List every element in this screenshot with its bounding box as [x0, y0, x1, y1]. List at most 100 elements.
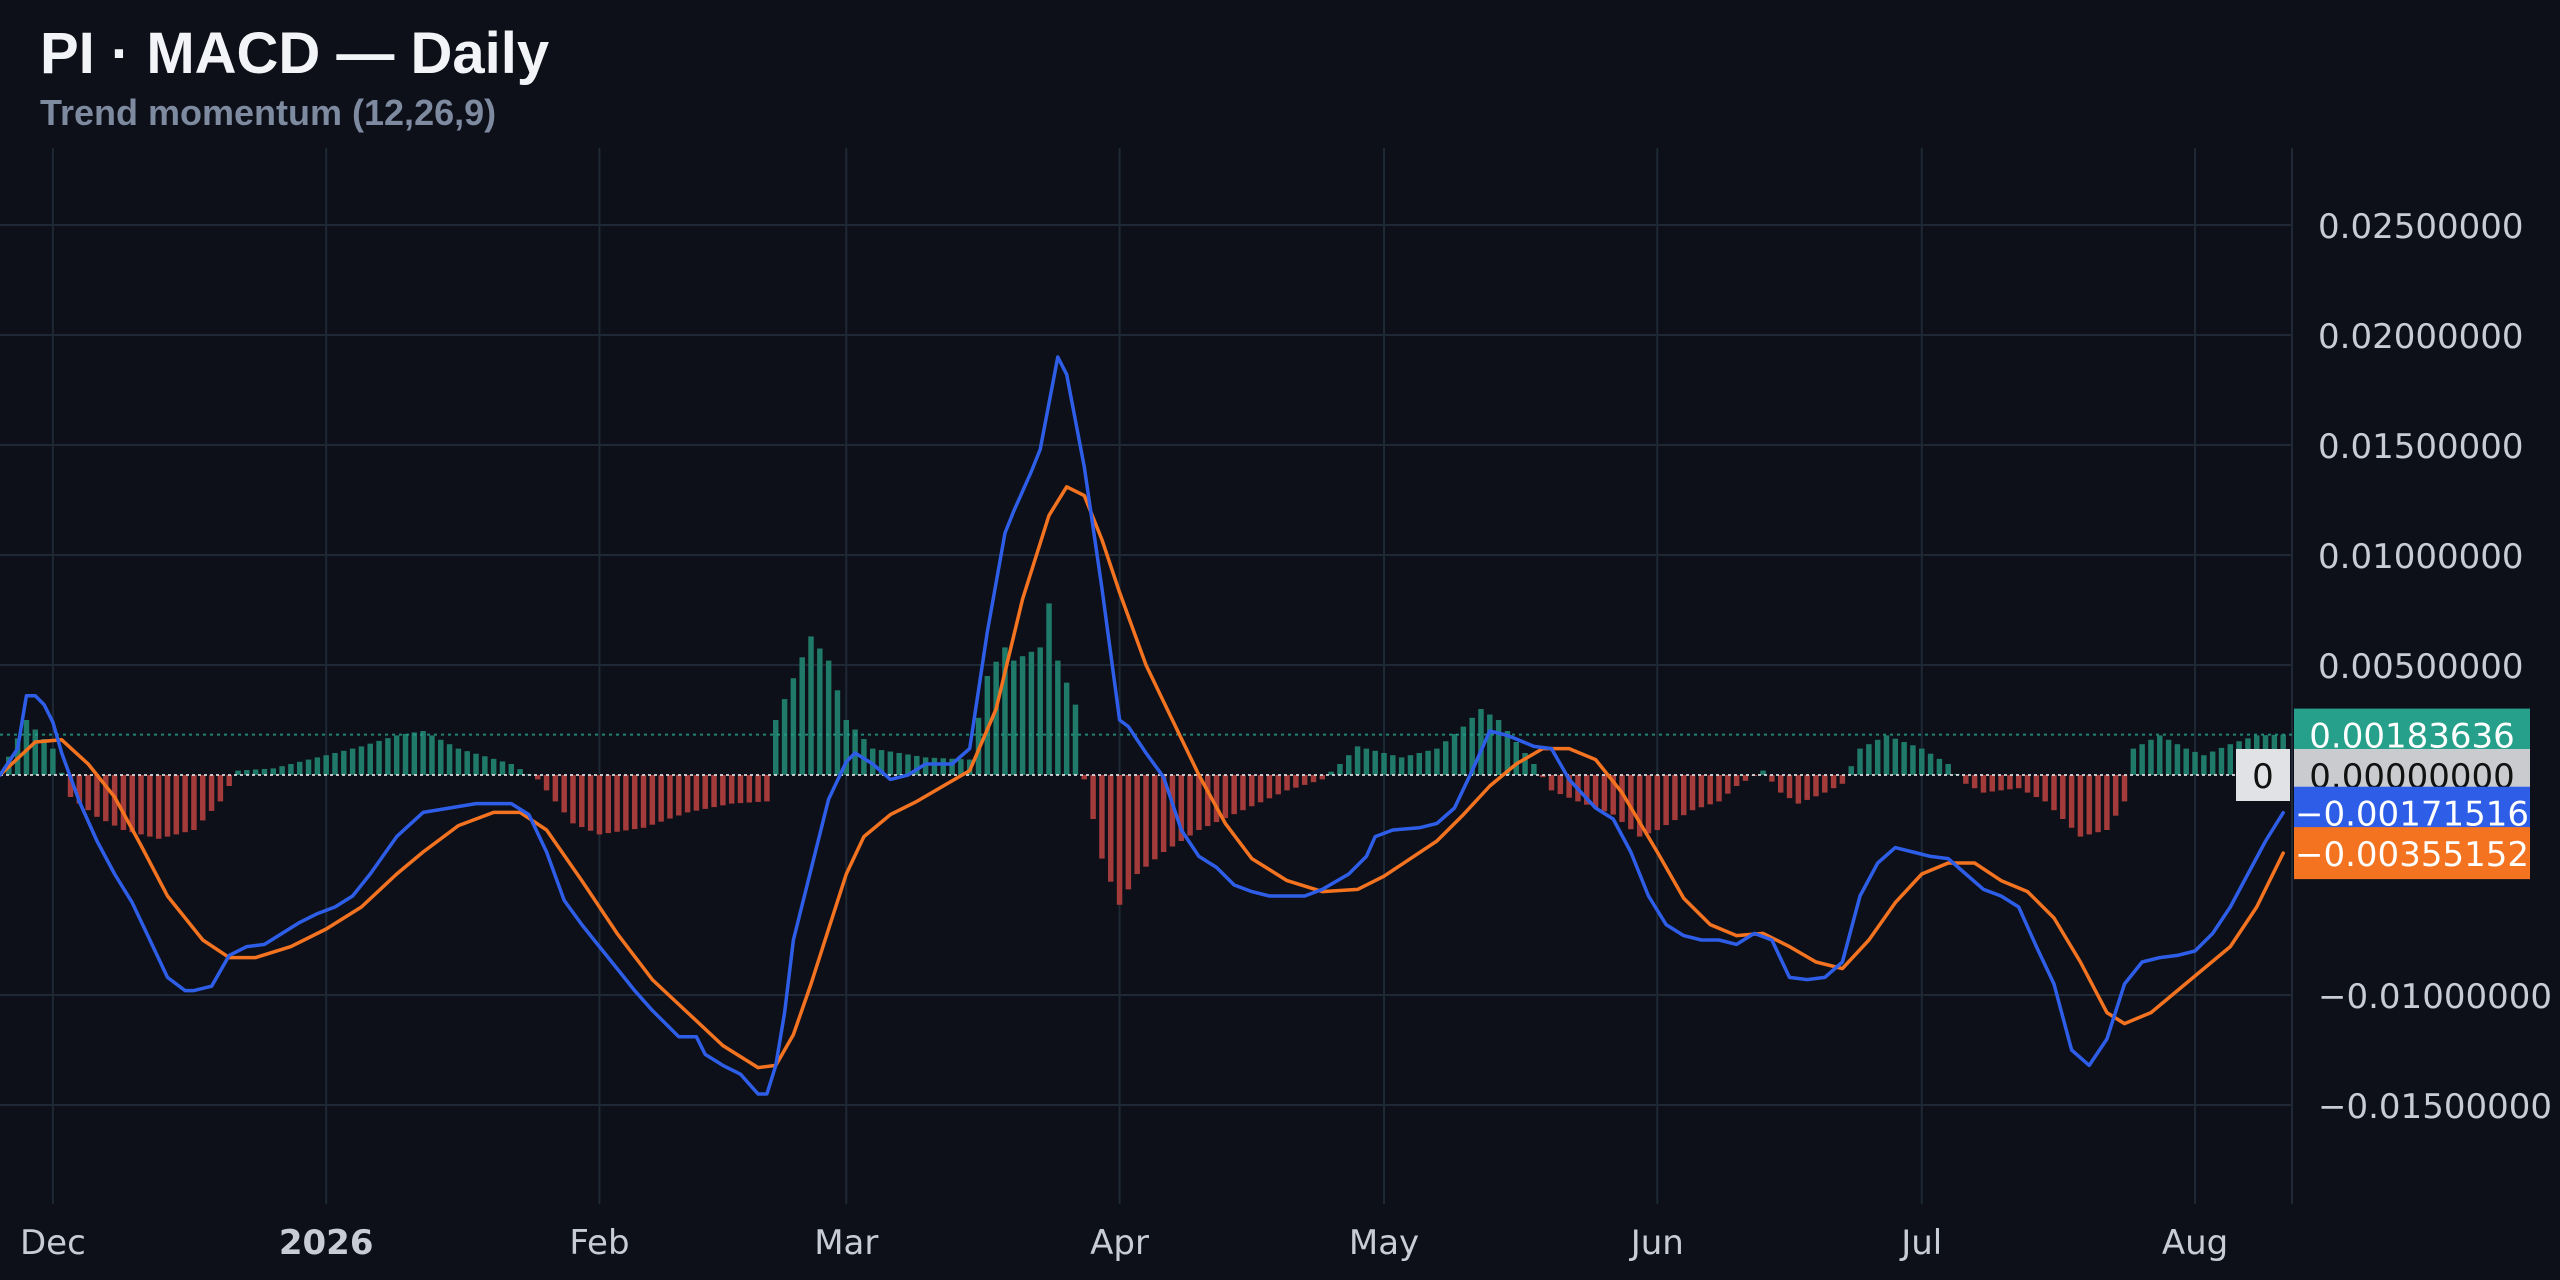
histogram-bar	[623, 775, 629, 831]
histogram-bar	[1531, 764, 1537, 775]
histogram-bar	[693, 775, 700, 811]
histogram-bar	[32, 729, 38, 775]
histogram-bar	[1927, 753, 1934, 775]
histogram-bar	[2192, 751, 2198, 775]
histogram-bar	[1152, 775, 1158, 860]
histogram-bar	[2174, 744, 2181, 775]
histogram-bar	[711, 775, 717, 808]
histogram-bar	[85, 775, 91, 811]
histogram-bar	[1240, 775, 1246, 811]
histogram-bar	[1557, 775, 1564, 795]
histogram-bar	[579, 775, 585, 828]
histogram-bar	[799, 657, 805, 775]
histogram-bar	[1134, 775, 1140, 874]
histogram-bar	[1028, 651, 1035, 775]
y-tick-label: 0.02500000	[2318, 207, 2524, 247]
histogram-bar	[1866, 744, 1872, 775]
histogram-bar	[631, 775, 638, 830]
histogram-bar	[314, 757, 321, 775]
histogram-bar	[931, 757, 938, 775]
histogram-bar	[543, 775, 550, 791]
histogram-bar	[1822, 775, 1828, 793]
histogram-bar	[1478, 709, 1484, 775]
histogram-bar	[1804, 775, 1810, 800]
histogram-bar	[896, 753, 902, 775]
histogram-bar	[1725, 775, 1731, 794]
histogram-bar	[2218, 747, 2225, 775]
histogram-bar	[1346, 755, 1352, 775]
histogram-bar	[2209, 751, 2216, 775]
y-tick-label: 0.01000000	[2318, 537, 2524, 577]
x-tick-label: Mar	[814, 1223, 878, 1263]
histogram-bar	[790, 678, 797, 775]
histogram-bar	[2095, 775, 2101, 833]
histogram-bar	[1963, 775, 1969, 784]
y-tick-label: −0.01000000	[2318, 977, 2552, 1017]
histogram-bar	[402, 733, 409, 775]
histogram-bar	[1442, 741, 1449, 775]
histogram-bar	[2007, 775, 2013, 790]
y-tick-label: 0.00500000	[2318, 647, 2524, 687]
histogram-bar	[1072, 704, 1079, 775]
histogram-bar	[2139, 744, 2145, 775]
histogram-bar	[296, 761, 303, 775]
histogram-bar	[684, 775, 691, 813]
histogram-bar	[2112, 775, 2119, 816]
histogram-bar	[1434, 748, 1440, 775]
histogram-bar	[825, 660, 832, 775]
histogram-bar	[1125, 775, 1132, 890]
histogram-bar	[596, 775, 603, 835]
histogram-bar	[1645, 775, 1652, 834]
histogram-bar	[1689, 775, 1696, 811]
histogram-bar	[1213, 775, 1220, 823]
histogram-bar	[1310, 775, 1317, 783]
histogram-bar	[1936, 758, 1943, 775]
histogram-bar	[420, 731, 426, 775]
grid	[0, 148, 2293, 1204]
histogram-bar	[305, 759, 312, 775]
histogram-bar	[1945, 764, 1951, 775]
histogram-bar	[482, 756, 488, 775]
histogram-bar	[155, 775, 162, 839]
y-tick-label: 0.02000000	[2318, 317, 2524, 357]
histogram-bar	[288, 764, 294, 775]
histogram-bar	[676, 775, 682, 816]
histogram-bar	[1063, 682, 1070, 775]
histogram-bar	[605, 775, 611, 834]
histogram-bar	[120, 775, 127, 830]
histogram-bar	[464, 751, 470, 775]
histogram-bar	[1654, 775, 1661, 830]
histogram-bar	[2068, 775, 2075, 828]
histogram-bar	[2033, 775, 2040, 797]
histogram-bar	[1795, 775, 1802, 804]
histogram-bar	[429, 735, 435, 775]
histogram-bar	[446, 744, 453, 775]
histogram-bar	[1839, 775, 1846, 784]
histogram-bar	[455, 748, 462, 775]
x-tick-label: Jul	[1899, 1223, 1942, 1263]
histogram-bar	[279, 766, 285, 775]
histogram-bar	[1231, 775, 1237, 815]
histogram-bar	[1487, 714, 1493, 775]
histogram-bar	[1381, 753, 1387, 775]
histogram-bar	[1354, 746, 1361, 775]
x-tick-label: Apr	[1090, 1223, 1149, 1263]
x-tick-label: 2026	[279, 1223, 374, 1263]
histogram-bar	[2165, 739, 2172, 775]
histogram-bar	[614, 775, 620, 832]
x-tick-label: Aug	[2162, 1223, 2228, 1263]
histogram-bar	[1425, 750, 1431, 775]
histogram-bar	[164, 775, 171, 837]
histogram-bar	[1196, 775, 1202, 830]
histogram-bar	[817, 648, 823, 775]
histogram-bar	[2148, 739, 2154, 775]
histogram-bar	[41, 739, 47, 775]
histogram-bar	[1099, 775, 1105, 859]
histogram-bar	[2227, 744, 2234, 775]
x-axis: Dec 2026 Feb Mar Apr May Jun Jul Aug	[20, 1223, 2228, 1263]
y-tick-label: −0.01500000	[2318, 1087, 2552, 1127]
histogram-bar	[1548, 775, 1555, 791]
histogram-bar	[2121, 775, 2128, 802]
macd-chart[interactable]: 0.02500000 0.02000000 0.01500000 0.01000000…	[0, 0, 2560, 1280]
histogram-bar	[720, 775, 726, 806]
